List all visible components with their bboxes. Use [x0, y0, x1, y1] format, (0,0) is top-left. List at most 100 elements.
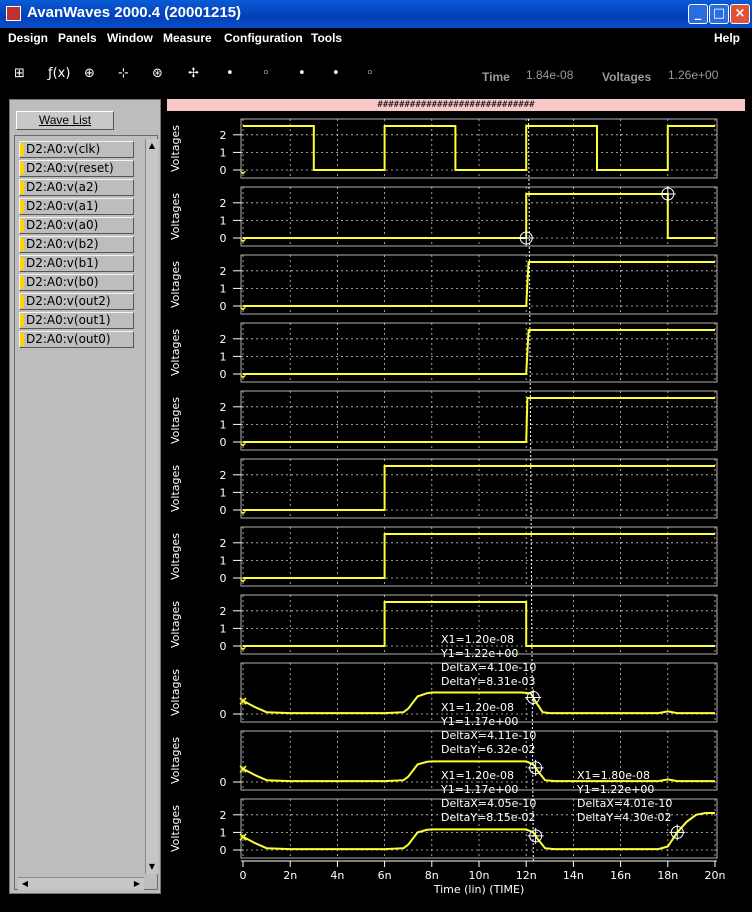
- wave-item-clk[interactable]: D2:A0:v(clk): [19, 141, 134, 158]
- measurement-readout: DeltaY=4.30e-02: [577, 811, 672, 824]
- measurement-readout: DeltaY=8.15e-02: [441, 811, 536, 824]
- x-tick-label: 16n: [610, 869, 631, 882]
- wave-list-frame: D2:A0:v(clk) D2:A0:v(reset) D2:A0:v(a2) …: [14, 135, 158, 890]
- scroll-left-arrow-icon[interactable]: ◀: [19, 879, 31, 889]
- y-axis-label: Voltages: [169, 261, 182, 308]
- waveform-chart[interactable]: 2 1 0 Voltages ⌄ 2 1 0 Voltages ⌄ 2 1 0 Voltages ⌄ 2 1 0 V…: [167, 99, 745, 897]
- scroll-up-arrow-icon[interactable]: ▲: [146, 141, 158, 151]
- wave-item-out0[interactable]: D2:A0:v(out0): [19, 331, 134, 348]
- x-tick-label: 20n: [705, 869, 726, 882]
- wave-item-b0[interactable]: D2:A0:v(b0): [19, 274, 134, 291]
- y-tick-label: 0: [220, 572, 227, 585]
- waveform-d2-a0-v-b1-: [243, 533, 715, 579]
- measurement-readout: DeltaY=6.32e-02: [441, 743, 536, 756]
- menu-tools[interactable]: Tools: [311, 31, 342, 45]
- y-tick-label: 2: [220, 265, 227, 278]
- x-tick-label: 4n: [330, 869, 344, 882]
- x-axis-label: Time (lin) (TIME): [433, 883, 525, 896]
- measurement-readout: Y1=1.22e+00: [440, 647, 518, 660]
- y-tick-label: 0: [220, 640, 227, 653]
- measurement-readout: X1=1.20e-08: [441, 769, 514, 782]
- y-tick-label: 2: [220, 129, 227, 142]
- y-tick-label: 1: [220, 826, 227, 839]
- menu-help[interactable]: Help: [714, 31, 740, 45]
- scroll-left-icon[interactable]: ◦: [262, 66, 270, 81]
- hierarchy-icon[interactable]: ⊞: [14, 66, 25, 81]
- add-panel-icon[interactable]: ⊹: [118, 66, 129, 81]
- origin-marker: ⌄: [238, 503, 248, 517]
- measurement-readout: Y1=1.17e+00: [440, 783, 518, 796]
- minimize-button[interactable]: _: [688, 4, 708, 24]
- wave-list: D2:A0:v(clk) D2:A0:v(reset) D2:A0:v(a2) …: [19, 141, 134, 350]
- function-icon[interactable]: ƒ(x): [48, 66, 70, 81]
- y-tick-label: 1: [220, 214, 227, 227]
- x-tick-label: 6n: [378, 869, 392, 882]
- wave-list-button[interactable]: Wave List: [16, 111, 114, 130]
- y-axis-label: Voltages: [169, 193, 182, 240]
- scroll-right-icon[interactable]: •: [298, 66, 306, 81]
- wave-item-reset[interactable]: D2:A0:v(reset): [19, 160, 134, 177]
- y-tick-label: 1: [220, 282, 227, 295]
- y-tick-label: 2: [220, 469, 227, 482]
- y-tick-label: 2: [220, 401, 227, 414]
- y-axis-label: Voltages: [169, 397, 182, 444]
- origin-marker: ⌄: [238, 367, 248, 381]
- waveform-d2-a0-v-b2-: [243, 465, 715, 511]
- y-tick-label: 0: [220, 300, 227, 313]
- y-tick-label: 0: [220, 436, 227, 449]
- menu-bar: Design Panels Window Measure Configurati…: [0, 28, 752, 50]
- wave-item-b2[interactable]: D2:A0:v(b2): [19, 236, 134, 253]
- y-axis-label: Voltages: [169, 805, 182, 852]
- menu-configuration[interactable]: Configuration: [224, 31, 303, 45]
- waveform-d2-a0-v-clk-: [243, 125, 715, 171]
- wave-item-b1[interactable]: D2:A0:v(b1): [19, 255, 134, 272]
- wave-item-out2[interactable]: D2:A0:v(out2): [19, 293, 134, 310]
- y-tick-label: 0: [220, 844, 227, 857]
- wave-list-horizontal-scrollbar[interactable]: ◀ ▶: [18, 877, 144, 890]
- measurement-readout: Y1=1.22e+00: [576, 783, 654, 796]
- voltage-label: Voltages: [602, 70, 652, 84]
- y-axis-label: Voltages: [169, 533, 182, 580]
- y-tick-label: 1: [220, 146, 227, 159]
- waveform-plot-area[interactable]: ############################# 2 1 0 Voltage…: [167, 99, 745, 897]
- measurement-readout: DeltaY=8.31e-03: [441, 675, 536, 688]
- origin-marker: ×: [238, 830, 248, 844]
- x-tick-label: 18n: [657, 869, 678, 882]
- marker-icon[interactable]: •: [226, 66, 234, 81]
- marker-down-icon[interactable]: ◦: [366, 66, 374, 81]
- menu-window[interactable]: Window: [107, 31, 153, 45]
- zoom-icon[interactable]: ⊛: [152, 66, 163, 81]
- panel-add-icon[interactable]: ⊕: [84, 66, 95, 81]
- y-tick-label: 0: [220, 232, 227, 245]
- window-title: AvanWaves 2000.4 (20001215): [27, 4, 242, 21]
- y-tick-label: 2: [220, 333, 227, 346]
- menu-design[interactable]: Design: [8, 31, 48, 45]
- y-tick-label: 1: [220, 554, 227, 567]
- scroll-down-arrow-icon[interactable]: ▼: [146, 862, 158, 872]
- wave-item-a0[interactable]: D2:A0:v(a0): [19, 217, 134, 234]
- measurement-readout: X1=1.20e-08: [441, 701, 514, 714]
- maximize-button[interactable]: □: [709, 4, 729, 24]
- waveform-d2-a0-v-reset-: [243, 193, 715, 239]
- y-tick-label: 1: [220, 350, 227, 363]
- scroll-down-icon[interactable]: •: [332, 66, 340, 81]
- measurement-readout: X1=1.80e-08: [577, 769, 650, 782]
- wave-item-a2[interactable]: D2:A0:v(a2): [19, 179, 134, 196]
- origin-marker: ⌄: [238, 571, 248, 585]
- y-tick-label: 0: [220, 164, 227, 177]
- scroll-right-arrow-icon[interactable]: ▶: [131, 879, 143, 889]
- measurement-readout: X1=1.20e-08: [441, 633, 514, 646]
- wave-item-a1[interactable]: D2:A0:v(a1): [19, 198, 134, 215]
- wave-item-out1[interactable]: D2:A0:v(out1): [19, 312, 134, 329]
- close-button[interactable]: ×: [730, 4, 750, 24]
- toolbar: ⊞ ƒ(x) ⊕ ⊹ ⊛ ✢ • ◦ • • ◦ Time 1.84e-08 V…: [0, 58, 752, 96]
- menu-measure[interactable]: Measure: [163, 31, 212, 45]
- cursor-icon[interactable]: ✢: [188, 66, 199, 81]
- menu-panels[interactable]: Panels: [58, 31, 97, 45]
- title-bar[interactable]: AvanWaves 2000.4 (20001215) _ □ ×: [0, 0, 752, 28]
- measurement-readout: DeltaX=4.10e-10: [441, 661, 536, 674]
- wave-list-vertical-scrollbar[interactable]: ▲ ▼: [145, 139, 158, 874]
- x-tick-label: 0: [240, 869, 247, 882]
- x-tick-label: 8n: [425, 869, 439, 882]
- origin-marker: ×: [238, 762, 248, 776]
